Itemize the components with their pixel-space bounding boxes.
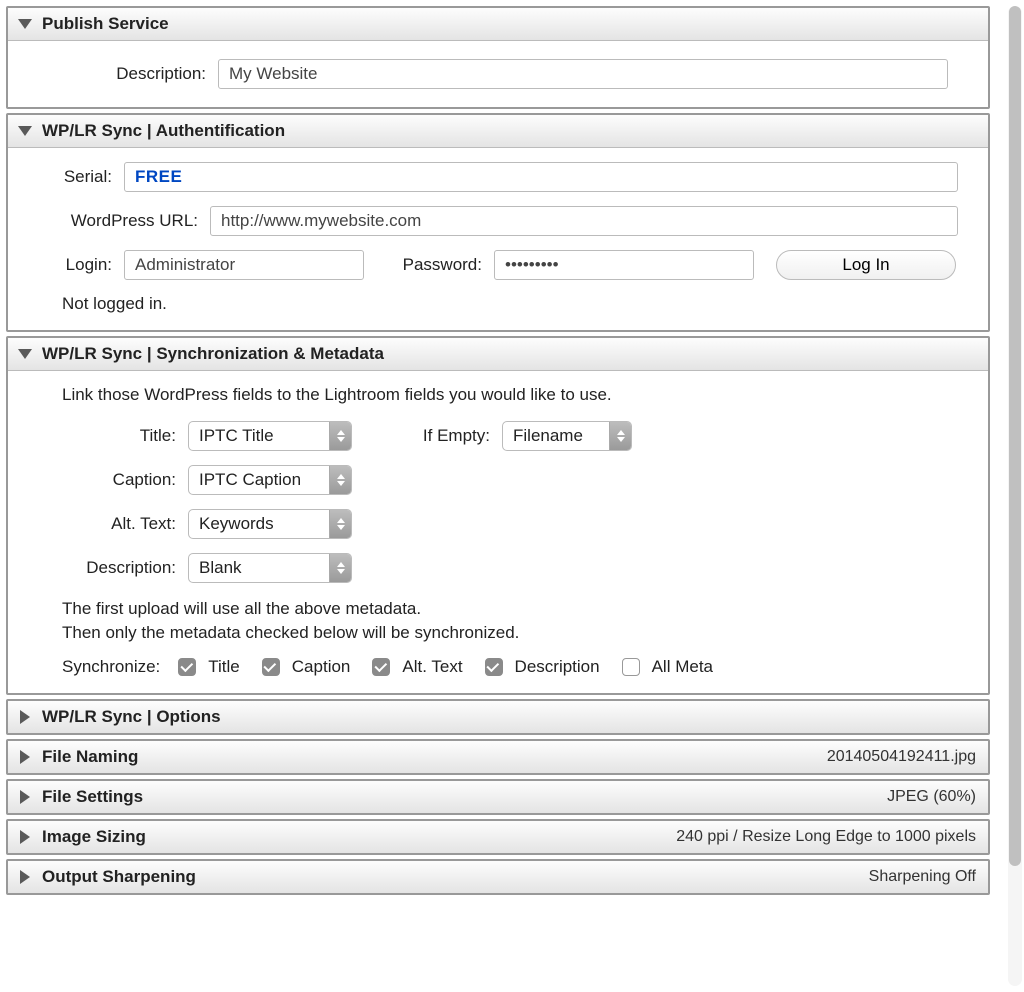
panel-body-auth: Serial: WordPress URL: Login: Password: … <box>8 148 988 330</box>
ifempty-select[interactable]: Filename <box>502 421 632 451</box>
panel-header-auth[interactable]: WP/LR Sync | Authentification <box>8 115 988 148</box>
select-value: IPTC Caption <box>189 470 329 490</box>
scrollbar-thumb[interactable] <box>1009 6 1021 866</box>
alt-label: Alt. Text: <box>38 514 188 534</box>
checkbox-alt[interactable] <box>372 658 390 676</box>
panel-status: 20140504192411.jpg <box>827 748 980 766</box>
checkbox-description[interactable] <box>485 658 503 676</box>
select-value: IPTC Title <box>189 426 329 446</box>
panel-header-options[interactable]: WP/LR Sync | Options <box>8 701 988 733</box>
sync-intro: Link those WordPress fields to the Light… <box>62 385 958 405</box>
serial-label: Serial: <box>38 167 124 187</box>
disclosure-right-icon <box>20 790 30 804</box>
sync-note-line2: Then only the metadata checked below wil… <box>62 623 519 642</box>
select-value: Blank <box>189 558 329 578</box>
panel-image-sizing: Image Sizing 240 ppi / Resize Long Edge … <box>6 819 990 855</box>
stepper-icon <box>329 422 351 450</box>
disclosure-down-icon <box>18 19 32 29</box>
synchronize-row: Synchronize: Title Caption Alt. Text Des… <box>62 657 958 677</box>
description-label: Description: <box>48 64 218 84</box>
panel-body-publish: Description: <box>8 41 988 107</box>
panel-title: WP/LR Sync | Options <box>42 707 221 727</box>
login-button[interactable]: Log In <box>776 250 956 280</box>
disclosure-right-icon <box>20 750 30 764</box>
panel-title: Output Sharpening <box>42 867 196 887</box>
panel-header-file-settings[interactable]: File Settings JPEG (60%) <box>8 781 988 813</box>
panel-title: WP/LR Sync | Synchronization & Metadata <box>42 344 384 364</box>
stepper-icon <box>329 510 351 538</box>
panel-sync: WP/LR Sync | Synchronization & Metadata … <box>6 336 990 695</box>
disclosure-right-icon <box>20 710 30 724</box>
panel-status: Sharpening Off <box>869 868 980 886</box>
panel-header-sharpening[interactable]: Output Sharpening Sharpening Off <box>8 861 988 893</box>
panel-header-image-sizing[interactable]: Image Sizing 240 ppi / Resize Long Edge … <box>8 821 988 853</box>
settings-scroll-area: Publish Service Description: WP/LR Sync … <box>0 0 1000 992</box>
wordpress-url-input[interactable] <box>210 206 958 236</box>
password-input[interactable] <box>494 250 754 280</box>
panel-output-sharpening: Output Sharpening Sharpening Off <box>6 859 990 895</box>
disclosure-down-icon <box>18 126 32 136</box>
panel-header-file-naming[interactable]: File Naming 20140504192411.jpg <box>8 741 988 773</box>
caption-label: Caption: <box>38 470 188 490</box>
panel-title: File Settings <box>42 787 143 807</box>
synchronize-label: Synchronize: <box>62 657 164 677</box>
login-input[interactable] <box>124 250 364 280</box>
description-label: Description: <box>38 558 188 578</box>
checkbox-description-label: Description <box>511 657 608 677</box>
panel-publish-service: Publish Service Description: <box>6 6 990 109</box>
disclosure-right-icon <box>20 830 30 844</box>
panel-header-publish[interactable]: Publish Service <box>8 8 988 41</box>
sync-note: The first upload will use all the above … <box>62 597 958 645</box>
serial-input[interactable] <box>124 162 958 192</box>
checkbox-title-label: Title <box>204 657 248 677</box>
checkbox-caption-label: Caption <box>288 657 359 677</box>
caption-select[interactable]: IPTC Caption <box>188 465 352 495</box>
panel-title: File Naming <box>42 747 138 767</box>
auth-status-text: Not logged in. <box>62 294 958 314</box>
password-label: Password: <box>364 255 494 275</box>
panel-auth: WP/LR Sync | Authentification Serial: Wo… <box>6 113 990 332</box>
disclosure-down-icon <box>18 349 32 359</box>
panel-title: Publish Service <box>42 14 169 34</box>
panel-title: Image Sizing <box>42 827 146 847</box>
select-value: Filename <box>503 426 609 446</box>
panel-header-sync[interactable]: WP/LR Sync | Synchronization & Metadata <box>8 338 988 371</box>
panel-body-sync: Link those WordPress fields to the Light… <box>8 371 988 693</box>
login-label: Login: <box>38 255 124 275</box>
title-label: Title: <box>38 426 188 446</box>
checkbox-alt-label: Alt. Text <box>398 657 470 677</box>
scrollbar-track[interactable] <box>1008 6 1022 986</box>
stepper-icon <box>609 422 631 450</box>
checkbox-allmeta[interactable] <box>622 658 640 676</box>
checkbox-allmeta-label: All Meta <box>648 657 721 677</box>
wordpress-url-label: WordPress URL: <box>38 211 210 231</box>
disclosure-right-icon <box>20 870 30 884</box>
checkbox-caption[interactable] <box>262 658 280 676</box>
title-select[interactable]: IPTC Title <box>188 421 352 451</box>
stepper-icon <box>329 466 351 494</box>
panel-file-settings: File Settings JPEG (60%) <box>6 779 990 815</box>
description-select[interactable]: Blank <box>188 553 352 583</box>
panel-status: 240 ppi / Resize Long Edge to 1000 pixel… <box>676 828 980 846</box>
description-input[interactable] <box>218 59 948 89</box>
panel-title: WP/LR Sync | Authentification <box>42 121 285 141</box>
ifempty-label: If Empty: <box>352 426 502 446</box>
panel-options: WP/LR Sync | Options <box>6 699 990 735</box>
alt-select[interactable]: Keywords <box>188 509 352 539</box>
panel-status: JPEG (60%) <box>887 788 980 806</box>
panel-file-naming: File Naming 20140504192411.jpg <box>6 739 990 775</box>
select-value: Keywords <box>189 514 329 534</box>
sync-note-line1: The first upload will use all the above … <box>62 599 421 618</box>
stepper-icon <box>329 554 351 582</box>
checkbox-title[interactable] <box>178 658 196 676</box>
